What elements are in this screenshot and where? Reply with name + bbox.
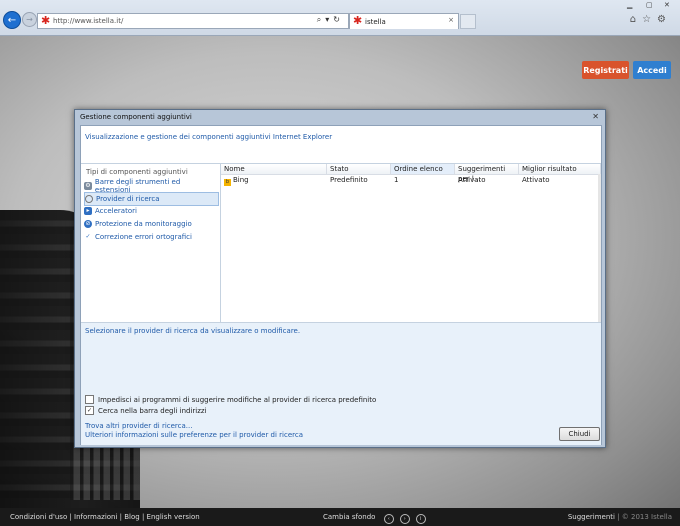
vertical-scrollbar[interactable] bbox=[598, 174, 601, 322]
address-tools[interactable]: ⌕▾↻ bbox=[317, 15, 344, 25]
dialog-body: Visualizzazione e gestione dei component… bbox=[80, 125, 602, 445]
checkbox-label: Impedisci ai programmi di suggerire modi… bbox=[98, 395, 377, 404]
column-header-suggerimenti[interactable]: Suggerimenti per l... bbox=[455, 164, 519, 183]
checkbox-label: Cerca nella barra degli indirizzi bbox=[98, 406, 207, 415]
login-button[interactable]: Accedi bbox=[633, 61, 671, 79]
address-url: http://www.istella.it/ bbox=[53, 17, 124, 25]
istella-logo-icon: ✱ bbox=[41, 14, 51, 27]
cell-stato: Predefinito bbox=[330, 176, 368, 184]
checkbox-box[interactable] bbox=[85, 395, 94, 404]
change-bg-label: Cambia sfondo bbox=[323, 513, 376, 521]
close-button[interactable]: Chiudi bbox=[559, 427, 600, 441]
type-label: Acceleratori bbox=[95, 207, 137, 215]
type-item-accelerators[interactable]: ▸ Acceleratori bbox=[84, 205, 217, 217]
cell-ordine: 1 bbox=[394, 176, 399, 184]
cell-nome: Bing bbox=[233, 176, 249, 184]
accelerator-icon: ▸ bbox=[84, 207, 92, 215]
toolbar-icons: ⌂☆⚙ bbox=[630, 14, 672, 25]
types-heading: Tipi di componenti aggiuntivi bbox=[86, 168, 188, 176]
checkbox-prevent-changes[interactable]: Impedisci ai programmi di suggerire modi… bbox=[85, 395, 376, 404]
home-icon[interactable]: ⌂ bbox=[630, 14, 642, 25]
arrow-left-icon: ← bbox=[7, 14, 17, 26]
copyright: | © 2013 Istella bbox=[617, 513, 672, 521]
cell-miglior: Attivato bbox=[522, 176, 550, 184]
refresh-icon[interactable]: ↻ bbox=[333, 15, 344, 24]
type-item-toolbars[interactable]: ⚙ Barre degli strumenti ed estensioni bbox=[84, 178, 217, 194]
suggestions-link[interactable]: Suggerimenti bbox=[568, 513, 615, 521]
search-icon[interactable]: ⌕ bbox=[317, 15, 325, 24]
arrow-right-icon: → bbox=[26, 15, 33, 24]
browser-chrome: ← → ✱ http://www.istella.it/ ⌕▾↻ ✱ istel… bbox=[0, 0, 680, 36]
close-tab-icon[interactable]: × bbox=[448, 16, 454, 24]
spellcheck-icon: ✓ bbox=[85, 233, 91, 240]
info-icon[interactable]: i bbox=[415, 514, 426, 524]
type-label: Protezione da monitoraggio bbox=[95, 220, 192, 228]
cell-suggerimenti: Attivato bbox=[458, 176, 486, 184]
dialog-title: Gestione componenti aggiuntivi bbox=[80, 113, 192, 121]
providers-table: Nome Stato Ordine elenco Suggerimenti pe… bbox=[221, 164, 601, 322]
new-tab-button[interactable] bbox=[460, 14, 476, 29]
addon-manager-dialog: Gestione componenti aggiuntivi ✕ Visuali… bbox=[74, 109, 606, 448]
browser-tab[interactable]: ✱ istella × bbox=[349, 13, 459, 29]
details-pane: Selezionare il provider di ricerca da vi… bbox=[81, 322, 601, 445]
change-background: Cambia sfondo ‹ › i bbox=[323, 513, 426, 524]
type-item-spelling[interactable]: ✓ Correzione errori ortografici bbox=[84, 231, 217, 243]
column-header-stato[interactable]: Stato bbox=[327, 164, 391, 174]
tab-title: istella bbox=[365, 18, 386, 26]
page-footer: Condizioni d'uso | Informazioni | Blog |… bbox=[0, 508, 680, 526]
type-item-tracking-protection[interactable]: ⊘ Protezione da monitoraggio bbox=[84, 218, 217, 230]
checkbox-box-checked[interactable]: ✓ bbox=[85, 406, 94, 415]
istella-logo-icon: ✱ bbox=[353, 14, 363, 27]
address-bar[interactable]: ✱ http://www.istella.it/ ⌕▾↻ bbox=[37, 13, 349, 29]
column-header-miglior[interactable]: Miglior risultato bbox=[519, 164, 601, 174]
minimize-icon[interactable]: ▁ bbox=[627, 1, 632, 10]
select-hint: Selezionare il provider di ricerca da vi… bbox=[85, 327, 301, 335]
footer-right: Suggerimenti | © 2013 Istella bbox=[568, 513, 672, 521]
column-header-ordine[interactable]: Ordine elenco bbox=[391, 164, 455, 174]
next-bg-icon[interactable]: › bbox=[399, 514, 410, 524]
bing-icon: b bbox=[224, 179, 231, 186]
register-button[interactable]: Registrati bbox=[582, 61, 629, 79]
type-label: Correzione errori ortografici bbox=[95, 233, 192, 241]
gear-icon[interactable]: ⚙ bbox=[657, 14, 672, 25]
block-icon: ⊘ bbox=[84, 220, 92, 228]
footer-links[interactable]: Condizioni d'uso | Informazioni | Blog |… bbox=[10, 513, 200, 521]
checkbox-search-address-bar[interactable]: ✓ Cerca nella barra degli indirizzi bbox=[85, 406, 207, 415]
gear-icon: ⚙ bbox=[84, 182, 92, 190]
close-icon[interactable]: ✕ bbox=[592, 112, 599, 121]
type-label: Provider di ricerca bbox=[96, 195, 160, 203]
search-icon bbox=[85, 195, 93, 203]
favorites-icon[interactable]: ☆ bbox=[642, 14, 657, 25]
find-providers-link[interactable]: Trova altri provider di ricerca... bbox=[85, 422, 192, 430]
forward-button[interactable]: → bbox=[22, 12, 37, 27]
prev-bg-icon[interactable]: ‹ bbox=[383, 514, 394, 524]
close-window-icon[interactable]: ✕ bbox=[664, 1, 670, 10]
more-info-link[interactable]: Ulteriori informazioni sulle preferenze … bbox=[85, 431, 303, 439]
addon-types-pane: Tipi di componenti aggiuntivi ⚙ Barre de… bbox=[81, 164, 221, 322]
dialog-header-text: Visualizzazione e gestione dei component… bbox=[85, 133, 333, 141]
maximize-icon[interactable]: ▢ bbox=[646, 1, 653, 10]
type-item-search-providers[interactable]: Provider di ricerca bbox=[84, 192, 219, 206]
back-button[interactable]: ← bbox=[3, 11, 21, 29]
column-header-nome[interactable]: Nome bbox=[221, 164, 327, 174]
